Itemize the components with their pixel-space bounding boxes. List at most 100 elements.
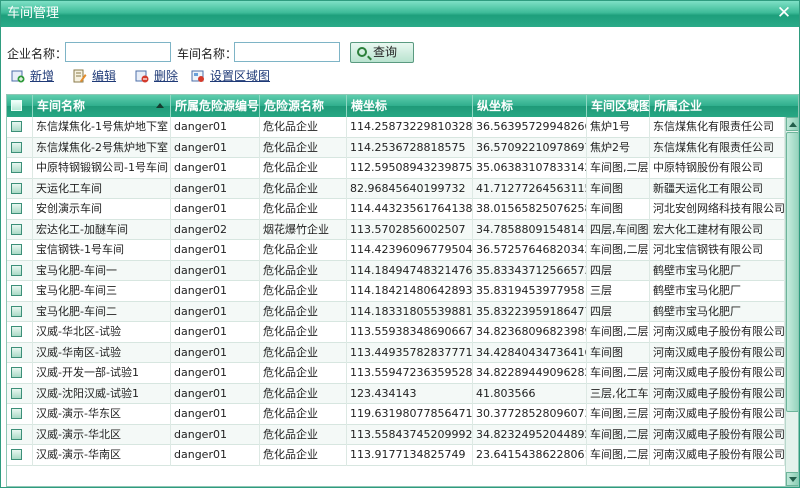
query-button[interactable]: 查询: [350, 42, 414, 63]
table-row[interactable]: 汉威-演示-华东区 danger01 危化品企业 119.63198077856471…: [7, 404, 785, 425]
company-cell: 河南汉威电子股份有限公司: [650, 383, 785, 404]
hazard-name-cell: 危化品企业: [260, 137, 347, 158]
company-cell: 东信煤焦化有限责任公司: [650, 137, 785, 158]
company-cell: 鹤壁市宝马化肥厂: [650, 281, 785, 302]
table-row[interactable]: 汉威-华北区-试验 danger01 危化品企业 113.55938348690667…: [7, 322, 785, 343]
edit-button[interactable]: 编辑: [73, 68, 116, 86]
longitude-cell: 113.5702856002507: [347, 219, 473, 240]
row-checkbox[interactable]: [11, 305, 22, 317]
company-cell: 河北宝信钢铁有限公司: [650, 240, 785, 261]
row-select-cell: [7, 158, 33, 179]
latitude-cell: 23.641543862280614: [473, 445, 587, 466]
column-header-company[interactable]: 所属企业: [650, 95, 798, 117]
row-checkbox[interactable]: [11, 449, 22, 460]
set-area-map-button[interactable]: 设置区域图: [191, 68, 270, 86]
row-checkbox[interactable]: [11, 141, 22, 153]
row-checkbox[interactable]: [11, 285, 22, 296]
latitude-cell: 36.57092210978697: [473, 137, 587, 158]
scroll-up-icon[interactable]: [786, 117, 798, 131]
longitude-cell: 119.63198077856471: [347, 404, 473, 425]
row-checkbox[interactable]: [11, 346, 22, 358]
row-checkbox[interactable]: [11, 182, 22, 194]
column-header-hazard-name[interactable]: 危险源名称: [260, 95, 347, 117]
column-header-longitude[interactable]: 横坐标: [347, 95, 473, 117]
area-map-cell: 焦炉2号: [587, 137, 650, 158]
company-cell: 河南汉威电子股份有限公司: [650, 363, 785, 384]
delete-button[interactable]: 删除: [135, 68, 178, 86]
hazard-name-cell: 危化品企业: [260, 363, 347, 384]
workshop-name-input[interactable]: [234, 42, 340, 62]
latitude-cell: 30.37728528096073: [473, 404, 587, 425]
latitude-cell: 34.82368096823989: [473, 322, 587, 343]
row-checkbox[interactable]: [11, 264, 22, 276]
table-row[interactable]: 东信煤焦化-2号焦炉地下室 danger01 危化品企业 114.2536728818…: [7, 137, 785, 158]
row-checkbox[interactable]: [11, 428, 22, 440]
row-checkbox[interactable]: [11, 408, 22, 419]
table-row[interactable]: 天运化工车间 danger01 危化品企业 82.96845640199732 41.7…: [7, 178, 785, 199]
row-select-cell: [7, 137, 33, 158]
latitude-cell: 41.803566: [473, 383, 587, 404]
table-row[interactable]: 东信煤焦化-1号焦炉地下室 danger01 危化品企业 114.2587322981…: [7, 117, 785, 138]
table-row[interactable]: 安创演示车间 danger01 危化品企业 114.44323561764138 38.…: [7, 199, 785, 220]
workshop-name-cell: 安创演示车间: [33, 199, 171, 220]
column-header-workshop-name[interactable]: 车间名称: [33, 95, 171, 117]
hazard-code-cell: danger01: [171, 301, 260, 322]
company-cell: 河南汉威电子股份有限公司: [650, 445, 785, 466]
hazard-name-cell: 危化品企业: [260, 260, 347, 281]
company-cell: 中原特钢股份有限公司: [650, 158, 785, 179]
area-map-cell: 车间图: [587, 178, 650, 199]
workshop-name-cell: 汉威-开发一部-试验1: [33, 363, 171, 384]
row-checkbox[interactable]: [11, 121, 22, 132]
column-header-area-map[interactable]: 车间区域图: [587, 95, 650, 117]
area-map-cell: 四层,车间图: [587, 219, 650, 240]
title-bar: 车间管理 ✕: [1, 1, 799, 27]
row-select-cell: [7, 240, 33, 261]
hazard-code-cell: danger01: [171, 424, 260, 445]
column-header-latitude[interactable]: 纵坐标: [473, 95, 587, 117]
table-row[interactable]: 宝马化肥-车间三 danger01 危化品企业 114.18421480642893 3…: [7, 281, 785, 302]
hazard-code-cell: danger01: [171, 137, 260, 158]
table-row[interactable]: 汉威-沈阳汉威-试验1 danger01 危化品企业 123.434143 41.803…: [7, 383, 785, 404]
hazard-name-cell: 危化品企业: [260, 178, 347, 199]
company-cell: 宏大化工建材有限公司: [650, 219, 785, 240]
table-row[interactable]: 汉威-演示-华北区 danger01 危化品企业 113.55843745209992…: [7, 424, 785, 445]
add-button[interactable]: 新增: [11, 68, 54, 86]
row-checkbox[interactable]: [11, 244, 22, 255]
scroll-down-icon[interactable]: [786, 472, 798, 486]
table-row[interactable]: 宝马化肥-车间二 danger01 危化品企业 114.18331805539881 3…: [7, 301, 785, 322]
company-name-input[interactable]: [65, 42, 171, 62]
column-header-hazard-code[interactable]: 所属危险源编号: [171, 95, 260, 117]
table-row[interactable]: 汉威-开发一部-试验1 danger01 危化品企业 113.559472363595…: [7, 363, 785, 384]
select-all-checkbox[interactable]: [11, 100, 22, 111]
scrollbar-thumb[interactable]: [786, 132, 798, 412]
company-cell: 河南汉威电子股份有限公司: [650, 404, 785, 425]
table-row[interactable]: 宏达化工-加醚车间 danger02 烟花爆竹企业 113.5702856002507…: [7, 219, 785, 240]
row-select-cell: [7, 117, 33, 138]
company-cell: 河北安创网络科技有限公司: [650, 199, 785, 220]
row-select-cell: [7, 404, 33, 425]
hazard-code-cell: danger01: [171, 322, 260, 343]
company-cell: 河南汉威电子股份有限公司: [650, 322, 785, 343]
close-icon[interactable]: ✕: [775, 4, 793, 22]
row-checkbox[interactable]: [11, 203, 22, 214]
table-row[interactable]: 中原特钢锻钢公司-1号车间 danger01 危化品企业 112.5950894323…: [7, 158, 785, 179]
company-cell: 东信煤焦化有限责任公司: [650, 117, 785, 138]
hazard-code-cell: danger01: [171, 404, 260, 425]
row-checkbox[interactable]: [11, 223, 22, 235]
table-row[interactable]: 汉威-演示-华南区 danger01 危化品企业 113.9177134825749 2…: [7, 445, 785, 466]
longitude-cell: 113.55843745209992: [347, 424, 473, 445]
row-checkbox[interactable]: [11, 367, 22, 378]
hazard-code-cell: danger02: [171, 219, 260, 240]
select-all-cell: [7, 95, 33, 117]
longitude-cell: 113.44935782837771: [347, 342, 473, 363]
delete-icon: [135, 70, 149, 83]
hazard-name-cell: 危化品企业: [260, 240, 347, 261]
row-select-cell: [7, 322, 33, 343]
table-row[interactable]: 宝信钢铁-1号车间 danger01 危化品企业 114.42396096779504…: [7, 240, 785, 261]
row-checkbox[interactable]: [11, 162, 22, 173]
table-row[interactable]: 汉威-华南区-试验 danger01 危化品企业 113.44935782837771…: [7, 342, 785, 363]
table-row[interactable]: 宝马化肥-车间一 danger01 危化品企业 114.18494748321476 3…: [7, 260, 785, 281]
vertical-scrollbar[interactable]: [785, 117, 798, 486]
row-checkbox[interactable]: [11, 387, 22, 399]
row-checkbox[interactable]: [11, 326, 22, 337]
